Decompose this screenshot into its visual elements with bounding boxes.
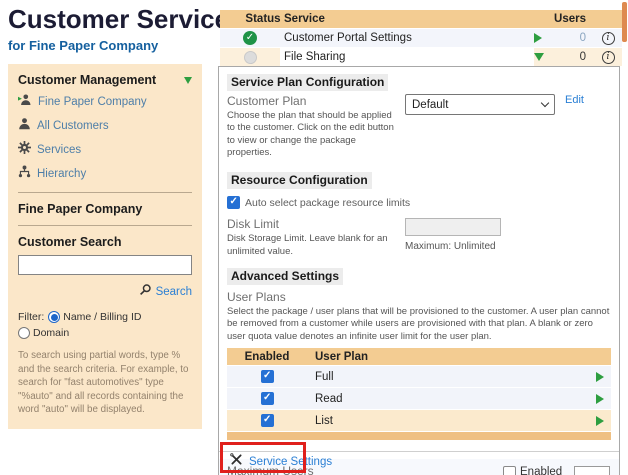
customer-plan-select[interactable]: Default	[405, 94, 555, 115]
users-count[interactable]: 0	[560, 29, 594, 47]
section-service-plan-config: Service Plan Configuration	[227, 74, 388, 91]
user-plans-header: Enabled User Plan	[227, 348, 611, 366]
filter-radio-name-billing[interactable]: Name / Billing ID	[48, 311, 141, 323]
info-icon[interactable]	[602, 51, 615, 64]
services-table-header: Status Service Users	[220, 10, 622, 29]
gear-icon	[18, 141, 31, 159]
table-row-file-sharing: File Sharing 0	[220, 48, 622, 67]
tools-icon	[229, 452, 244, 472]
plan-enabled-checkbox[interactable]	[261, 392, 274, 405]
user-plans-table: Enabled User Plan Full Read List	[227, 348, 611, 440]
disk-limit-desc: Disk Storage Limit. Leave blank for an u…	[227, 233, 401, 258]
search-icon	[139, 283, 152, 301]
maximum-users-input[interactable]	[574, 466, 610, 475]
col-user-plan: User Plan	[307, 351, 589, 363]
expand-arrow-icon[interactable]	[596, 394, 604, 404]
expand-arrow-icon[interactable]	[534, 33, 542, 43]
plan-row-list: List	[227, 410, 611, 432]
expand-arrow-icon[interactable]	[596, 372, 604, 382]
user-plans-label: User Plans	[227, 290, 611, 304]
col-enabled: Enabled	[227, 351, 307, 363]
plan-enabled-checkbox[interactable]	[261, 414, 274, 427]
plan-row-read: Read	[227, 388, 611, 410]
collapse-arrow-icon[interactable]	[534, 53, 544, 61]
customer-plan-value: Default	[412, 99, 448, 111]
search-button-label: Search	[156, 286, 192, 298]
search-help-text: To search using partial words, type % an…	[18, 349, 192, 417]
info-icon[interactable]	[602, 32, 615, 45]
search-button[interactable]: Search	[18, 283, 192, 301]
sidebar-item-label: All Customers	[37, 120, 109, 132]
sidebar-item-label: Services	[37, 144, 81, 156]
hierarchy-icon	[18, 165, 31, 183]
sidebar-item-services[interactable]: Services	[18, 141, 192, 159]
plan-name: Full	[307, 371, 589, 383]
users-count: 0	[560, 48, 594, 66]
col-users: Users	[560, 10, 594, 28]
auto-select-checkbox[interactable]	[227, 196, 240, 209]
sidebar-nav: Fine Paper Company All Customers Service…	[18, 93, 192, 183]
divider	[18, 192, 192, 193]
col-service: Service	[280, 10, 534, 28]
status-disabled-icon	[244, 51, 257, 64]
service-config-panel: Service Plan Configuration Customer Plan…	[218, 66, 620, 475]
sidebar-item-fine-paper-company[interactable]: Fine Paper Company	[18, 93, 192, 111]
maximum-users-enabled-label: Enabled	[520, 466, 562, 475]
edit-plan-link[interactable]: Edit	[565, 94, 584, 106]
radio-selected-icon	[48, 311, 60, 323]
vertical-scrollbar-thumb[interactable]	[622, 2, 627, 42]
maximum-users-enabled-checkbox[interactable]	[503, 466, 516, 475]
sidebar-item-label: Hierarchy	[37, 168, 86, 180]
customer-search-title: Customer Search	[18, 235, 192, 249]
person-icon	[18, 117, 31, 135]
chevron-down-icon	[541, 99, 549, 107]
table-footer-bar	[227, 432, 611, 440]
disk-limit-label: Disk Limit	[227, 217, 401, 231]
user-plans-desc: Select the package / user plans that wil…	[227, 306, 611, 343]
disk-limit-input[interactable]	[405, 218, 501, 236]
customer-plan-desc: Choose the plan that should be applied t…	[227, 110, 401, 159]
divider	[18, 225, 192, 226]
status-enabled-icon	[243, 31, 257, 45]
table-row-customer-portal: Customer Portal Settings 0	[220, 29, 622, 48]
plan-name: List	[307, 415, 589, 427]
service-name: Customer Portal Settings	[280, 29, 534, 47]
page-title: Customer Services	[8, 4, 244, 35]
radio-unselected-icon	[18, 327, 30, 339]
service-settings-link[interactable]: Service Settings	[229, 452, 332, 472]
section-advanced-settings: Advanced Settings	[227, 268, 343, 285]
plan-name: Read	[307, 393, 589, 405]
service-settings-label: Service Settings	[249, 456, 332, 468]
customer-plan-label: Customer Plan	[227, 94, 401, 108]
plan-row-full: Full	[227, 366, 611, 388]
customer-search-input[interactable]	[18, 255, 192, 275]
sidebar: Customer Management Fine Paper Company A…	[8, 64, 202, 429]
section-resource-config: Resource Configuration	[227, 172, 372, 189]
filter-option-label: Name / Billing ID	[63, 311, 141, 323]
company-section-header: Fine Paper Company	[18, 202, 192, 216]
page-subtitle: for Fine Paper Company	[8, 38, 158, 53]
filter-radio-domain[interactable]: Domain	[18, 327, 69, 339]
auto-select-label: Auto select package resource limits	[245, 197, 410, 209]
filter-option-label: Domain	[33, 327, 69, 339]
col-status: Status	[220, 10, 280, 28]
person-arrow-icon	[18, 93, 32, 111]
services-table: Status Service Users Customer Portal Set…	[220, 10, 622, 67]
sidebar-item-label: Fine Paper Company	[38, 96, 147, 108]
service-name: File Sharing	[280, 48, 534, 66]
sidebar-item-all-customers[interactable]: All Customers	[18, 117, 192, 135]
filter-label: Filter:	[18, 311, 44, 323]
disk-limit-maximum: Maximum: Unlimited	[405, 241, 501, 252]
customer-management-title: Customer Management	[18, 73, 156, 87]
sidebar-item-hierarchy[interactable]: Hierarchy	[18, 165, 192, 183]
collapse-triangle-icon[interactable]	[184, 77, 192, 84]
plan-enabled-checkbox[interactable]	[261, 370, 274, 383]
expand-arrow-icon[interactable]	[596, 416, 604, 426]
